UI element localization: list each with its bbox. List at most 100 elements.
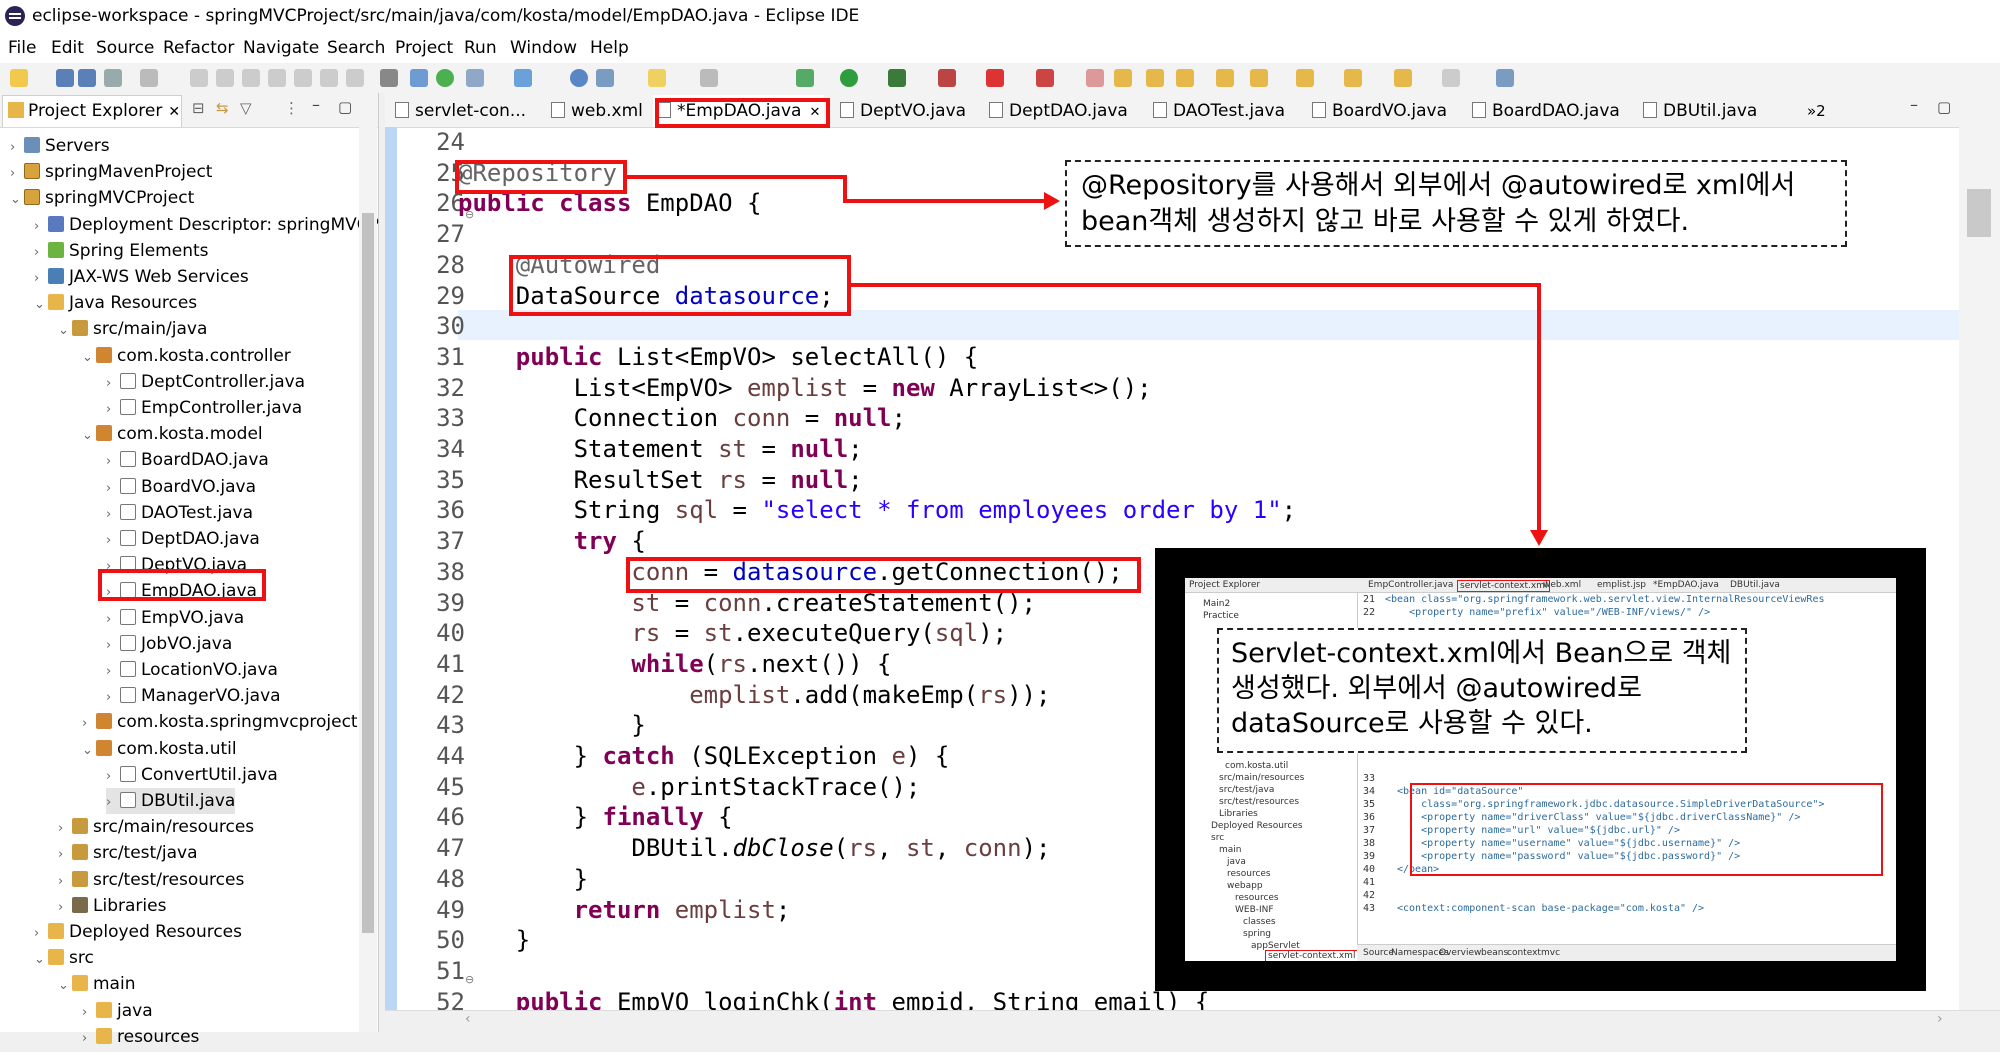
tree-item[interactable]: › LocationVO.java	[106, 657, 278, 683]
disconnect-icon[interactable]	[268, 69, 286, 87]
run-icon[interactable]	[840, 69, 858, 87]
menu-refactor[interactable]: Refactor	[163, 33, 234, 63]
tree-item[interactable]: › DeptDAO.java	[106, 526, 260, 552]
fold-icon[interactable]: ⊖	[465, 973, 477, 986]
tree-item[interactable]: › ManagerVO.java	[106, 683, 281, 709]
tree-item[interactable]: ⌄ com.kosta.controller	[82, 343, 291, 369]
tree-item[interactable]: › JAX-WS Web Services	[34, 264, 249, 290]
skip-icon[interactable]	[190, 69, 208, 87]
menu-edit[interactable]: Edit	[51, 33, 84, 63]
maximize-icon[interactable]: ▢	[1937, 98, 1951, 116]
print-icon[interactable]	[104, 69, 122, 87]
chevron-right-icon[interactable]: ›	[58, 869, 72, 895]
tab-daotest-java[interactable]: DAOTest.java	[1153, 97, 1285, 125]
tree-item[interactable]: › src/test/resources	[58, 867, 244, 893]
tab-boardvo-java[interactable]: BoardVO.java	[1312, 97, 1447, 125]
toggle-mark-icon[interactable]	[700, 69, 718, 87]
chevron-right-icon[interactable]: ›	[10, 161, 24, 187]
open-file-icon[interactable]	[1036, 69, 1054, 87]
next-annotation-icon[interactable]	[1250, 69, 1268, 87]
menu-search[interactable]: Search	[327, 33, 385, 63]
tree-item[interactable]: › BoardVO.java	[106, 474, 256, 500]
chevron-right-icon[interactable]: ›	[106, 764, 120, 790]
tab-servlet-context[interactable]: servlet-con...	[395, 97, 526, 125]
chevron-right-icon[interactable]: ›	[34, 266, 48, 292]
open-console-icon[interactable]	[380, 69, 398, 87]
forward-icon[interactable]	[1442, 69, 1460, 87]
tree-item[interactable]: › ConvertUtil.java	[106, 762, 278, 788]
new-package-icon[interactable]	[1146, 69, 1164, 87]
menu-file[interactable]: File	[8, 33, 36, 63]
tree-item[interactable]: › src/test/java	[58, 840, 198, 866]
chevron-right-icon[interactable]: ›	[106, 371, 120, 397]
tree-item[interactable]: › src/main/resources	[58, 814, 254, 840]
chevron-right-icon[interactable]: ›	[106, 476, 120, 502]
chevron-down-icon[interactable]: ⌄	[10, 187, 24, 213]
chevron-right-icon[interactable]: ›	[106, 607, 120, 633]
search-icon[interactable]	[596, 69, 614, 87]
chevron-down-icon[interactable]: ⌄	[82, 345, 96, 371]
new-class-icon[interactable]	[1176, 69, 1194, 87]
tree-item[interactable]: › EmpVO.java	[106, 605, 244, 631]
tree-item[interactable]: › java	[82, 998, 153, 1024]
chevron-down-icon[interactable]: ⌄	[34, 947, 48, 973]
tree-item[interactable]: ⌄ src	[34, 945, 94, 971]
chevron-right-icon[interactable]: ›	[106, 685, 120, 711]
scroll-left-icon[interactable]: ‹	[465, 1011, 471, 1027]
scroll-right-icon[interactable]: ›	[1937, 1011, 1943, 1027]
tree-item[interactable]: › Deployed Resources	[34, 919, 242, 945]
link-editor-icon[interactable]: ⇆	[216, 99, 229, 117]
server-icon[interactable]	[466, 69, 484, 87]
tab-web-xml[interactable]: web.xml	[551, 97, 643, 125]
tree-item[interactable]: › Servers	[10, 133, 110, 159]
step-over-icon[interactable]	[320, 69, 338, 87]
tree-item[interactable]: › DAOTest.java	[106, 500, 253, 526]
terminal-icon[interactable]	[140, 69, 158, 87]
editor-horizontal-scrollbar[interactable]: ‹ ›	[385, 1010, 2000, 1033]
highlight-icon[interactable]	[648, 69, 666, 87]
stop-server-icon[interactable]	[986, 69, 1004, 87]
collapse-all-icon[interactable]: ⊟	[192, 99, 205, 117]
menu-source[interactable]: Source	[96, 33, 154, 63]
tree-item[interactable]: › EmpController.java	[106, 395, 302, 421]
tree-item[interactable]: › BoardDAO.java	[106, 447, 269, 473]
chevron-right-icon[interactable]: ›	[106, 449, 120, 475]
tree-item[interactable]: › Spring Elements	[34, 238, 209, 264]
tab-boarddao-java[interactable]: BoardDAO.java	[1472, 97, 1620, 125]
tree-item[interactable]: ⌄ main	[58, 971, 135, 997]
save-all-icon[interactable]	[78, 69, 96, 87]
chevron-right-icon[interactable]: ›	[106, 790, 120, 816]
tree-item[interactable]: › Deployment Descriptor: springMVCP	[34, 212, 379, 238]
chevron-down-icon[interactable]: ⌄	[58, 318, 72, 344]
tree-item[interactable]: › JobVO.java	[106, 631, 232, 657]
minimize-icon[interactable]: –	[312, 95, 320, 114]
spring-icon[interactable]	[436, 69, 454, 87]
chevron-right-icon[interactable]: ›	[34, 214, 48, 240]
tree-item[interactable]: › Libraries	[58, 893, 166, 919]
close-icon[interactable]: ✕	[168, 104, 180, 120]
step-into-icon[interactable]	[294, 69, 312, 87]
open-type-icon[interactable]	[410, 69, 428, 87]
globe-icon[interactable]	[570, 69, 588, 87]
tree-item[interactable]: ⌄ com.kosta.util	[82, 736, 237, 762]
tab-deptdao-java[interactable]: DeptDAO.java	[989, 97, 1128, 125]
tree-item[interactable]: ⌄ springMVCProject	[10, 185, 194, 211]
stop-icon[interactable]	[242, 69, 260, 87]
step-return-icon[interactable]	[346, 69, 364, 87]
menu-run[interactable]: Run	[464, 33, 497, 63]
new-icon[interactable]	[10, 69, 28, 87]
open-task-icon[interactable]	[1216, 69, 1234, 87]
chevron-right-icon[interactable]: ›	[82, 711, 96, 737]
editor-scroll-thumb[interactable]	[1967, 189, 1991, 237]
perspective-icon[interactable]	[1496, 69, 1514, 87]
suspend-icon[interactable]	[216, 69, 234, 87]
chevron-right-icon[interactable]: ›	[82, 1026, 96, 1052]
prev-annotation-icon[interactable]	[1296, 69, 1314, 87]
chevron-right-icon[interactable]: ›	[58, 895, 72, 921]
tree-item[interactable]: › resources	[82, 1024, 199, 1050]
tab-project-explorer[interactable]: Project Explorer ✕	[2, 95, 182, 127]
chevron-down-icon[interactable]: ⌄	[34, 292, 48, 318]
tab-dbutil-java[interactable]: DBUtil.java	[1643, 97, 1757, 125]
menu-help[interactable]: Help	[590, 33, 629, 63]
menu-project[interactable]: Project	[395, 33, 453, 63]
